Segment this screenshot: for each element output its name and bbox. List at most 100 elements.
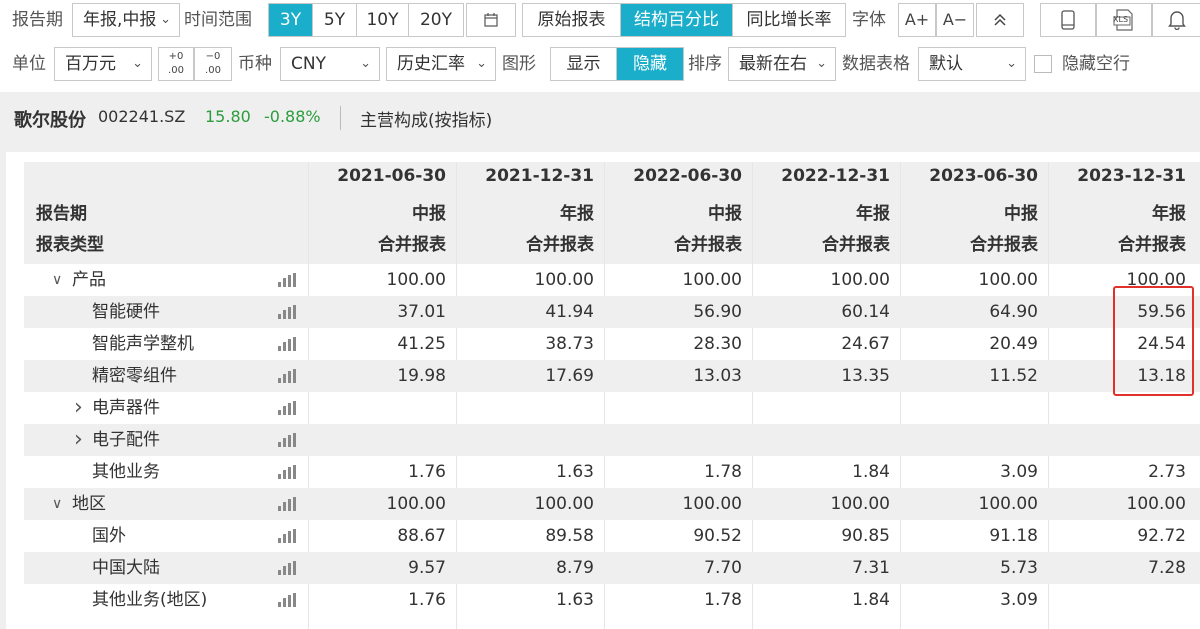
bar-chart-icon[interactable] [278, 369, 296, 383]
unit-select[interactable]: 百万元 ⌄ [54, 47, 152, 81]
time-range-20y[interactable]: 20Y [409, 4, 463, 36]
table-cell: 1.76 [408, 462, 446, 482]
hide-empty-label: 隐藏空行 [1062, 54, 1130, 74]
font-label: 字体 [852, 10, 886, 30]
table-row[interactable]: ∨ 产品 100.00 100.00 100.00 100.00 100.00 100.00 [24, 264, 1200, 296]
bar-chart-icon[interactable] [278, 465, 296, 479]
column-header-period: 中报 [1004, 204, 1038, 224]
bar-chart-icon[interactable] [278, 561, 296, 575]
currency-value: CNY [291, 54, 326, 74]
table-cell: 100.00 [534, 270, 594, 290]
table-row[interactable]: 其他业务(地区) 1.76 1.63 1.78 1.84 3.09 [24, 584, 1200, 616]
chevron-down-icon[interactable]: ∨ [52, 264, 62, 296]
sort-value: 最新在右 [739, 54, 807, 74]
bar-chart-icon[interactable] [278, 529, 296, 543]
chevron-right-icon[interactable]: › [74, 424, 83, 456]
column-header: 2022-12-31 年报 合并报表 [752, 162, 902, 264]
table-cell: 64.90 [989, 302, 1038, 322]
currency-label: 币种 [238, 54, 272, 74]
column-header-period: 年报 [560, 204, 594, 224]
table-row[interactable]: › 电子配件 [24, 424, 1200, 456]
chart-show-button[interactable]: 显示 [551, 48, 617, 80]
view-mode-structure-percent[interactable]: 结构百分比 [621, 4, 733, 36]
table-cell: 100.00 [830, 270, 890, 290]
table-row[interactable]: 国外 88.67 89.58 90.52 90.85 91.18 92.72 [24, 520, 1200, 552]
currency-select[interactable]: CNY ⌄ [280, 47, 380, 81]
table-cell: 100.00 [386, 494, 446, 514]
row-label: 其他业务 [92, 462, 160, 482]
chart-label: 图形 [502, 54, 536, 74]
table-cell: 7.28 [1148, 558, 1186, 578]
unit-label: 单位 [12, 54, 46, 74]
divider [340, 106, 341, 130]
column-header: 2023-12-31 年报 合并报表 [1048, 162, 1198, 264]
table-row[interactable]: 智能声学整机 41.25 38.73 28.30 24.67 20.49 24.54 [24, 328, 1200, 360]
table-cell: 20.49 [989, 334, 1038, 354]
excel-export-button[interactable]: XLS [1096, 3, 1152, 37]
decimal-increase-button[interactable]: +0.00 [158, 47, 194, 81]
bell-icon[interactable] [1152, 3, 1200, 37]
bar-chart-icon[interactable] [278, 497, 296, 511]
column-header-type: 合并报表 [378, 235, 446, 255]
hide-empty-checkbox[interactable] [1034, 55, 1052, 73]
table-cell: 19.98 [397, 366, 446, 386]
bar-chart-icon[interactable] [278, 305, 296, 319]
table-row[interactable]: 智能硬件 37.01 41.94 56.90 60.14 64.90 59.56 [24, 296, 1200, 328]
column-header-type: 合并报表 [822, 235, 890, 255]
view-mode-raw[interactable]: 原始报表 [523, 4, 621, 36]
column-header: 2021-06-30 中报 合并报表 [306, 162, 458, 264]
table-cell: 41.25 [397, 334, 446, 354]
table-cell: 5.73 [1000, 558, 1038, 578]
table-row[interactable]: › 电声器件 [24, 392, 1200, 424]
table-header: 报告期 报表类型 2021-06-30 中报 合并报表 2021-12-31 年报 合并报… [24, 162, 1200, 264]
chevron-down-icon: ⌄ [476, 56, 487, 71]
decimal-decrease-button[interactable]: −0.00 [194, 47, 232, 81]
bar-chart-icon[interactable] [278, 273, 296, 287]
row-label: 精密零组件 [92, 366, 177, 386]
fx-value: 历史汇率 [397, 54, 465, 74]
table-cell: 1.76 [408, 590, 446, 610]
double-chevron-up-icon[interactable] [976, 3, 1024, 37]
bar-chart-icon[interactable] [278, 337, 296, 351]
chevron-right-icon[interactable]: › [74, 392, 83, 424]
fx-select[interactable]: 历史汇率 ⌄ [386, 47, 496, 81]
row-label: 其他业务(地区) [92, 590, 208, 610]
calendar-icon[interactable] [466, 3, 516, 37]
row-label: 产品 [72, 270, 106, 290]
section-title: 主营构成(按指标) [360, 111, 493, 131]
time-range-10y[interactable]: 10Y [357, 4, 409, 36]
bar-chart-icon[interactable] [278, 593, 296, 607]
table-select[interactable]: 默认 ⌄ [918, 47, 1026, 81]
table-row[interactable]: ∨ 地区 100.00 100.00 100.00 100.00 100.00 100.00 [24, 488, 1200, 520]
view-mode-yoy-growth[interactable]: 同比增长率 [733, 4, 845, 36]
sort-select[interactable]: 最新在右 ⌄ [728, 47, 836, 81]
chevron-down-icon: ⌄ [816, 56, 827, 71]
table-cell: 2.73 [1148, 462, 1186, 482]
column-header-date: 2023-12-31 [1077, 166, 1186, 186]
table-cell: 1.78 [704, 590, 742, 610]
column-header-date: 2023-06-30 [929, 166, 1038, 186]
table-row[interactable]: 精密零组件 19.98 17.69 13.03 13.35 11.52 13.18 [24, 360, 1200, 392]
table-cell: 100.00 [386, 270, 446, 290]
font-decrease-button[interactable]: A− [936, 3, 974, 37]
bar-chart-icon[interactable] [278, 401, 296, 415]
row-label: 电子配件 [92, 430, 160, 450]
time-range-5y[interactable]: 5Y [313, 4, 357, 36]
time-range-3y[interactable]: 3Y [269, 4, 313, 36]
column-header-date: 2021-12-31 [485, 166, 594, 186]
column-header-period: 年报 [1152, 204, 1186, 224]
chart-hide-button[interactable]: 隐藏 [617, 48, 683, 80]
phone-icon[interactable] [1040, 3, 1096, 37]
chevron-down-icon[interactable]: ∨ [52, 488, 62, 520]
column-header-date: 2022-06-30 [633, 166, 742, 186]
table-row[interactable]: 其他业务 1.76 1.63 1.78 1.84 3.09 2.73 [24, 456, 1200, 488]
table-cell: 100.00 [978, 494, 1038, 514]
column-header-type: 合并报表 [674, 235, 742, 255]
chevron-down-icon: ⌄ [1006, 56, 1017, 71]
table-row[interactable]: 中国大陆 9.57 8.79 7.70 7.31 5.73 7.28 [24, 552, 1200, 584]
table-cell: 13.35 [841, 366, 890, 386]
table-cell: 37.01 [397, 302, 446, 322]
report-period-select[interactable]: 年报,中报 ⌄ [72, 3, 180, 37]
font-increase-button[interactable]: A+ [898, 3, 936, 37]
bar-chart-icon[interactable] [278, 433, 296, 447]
